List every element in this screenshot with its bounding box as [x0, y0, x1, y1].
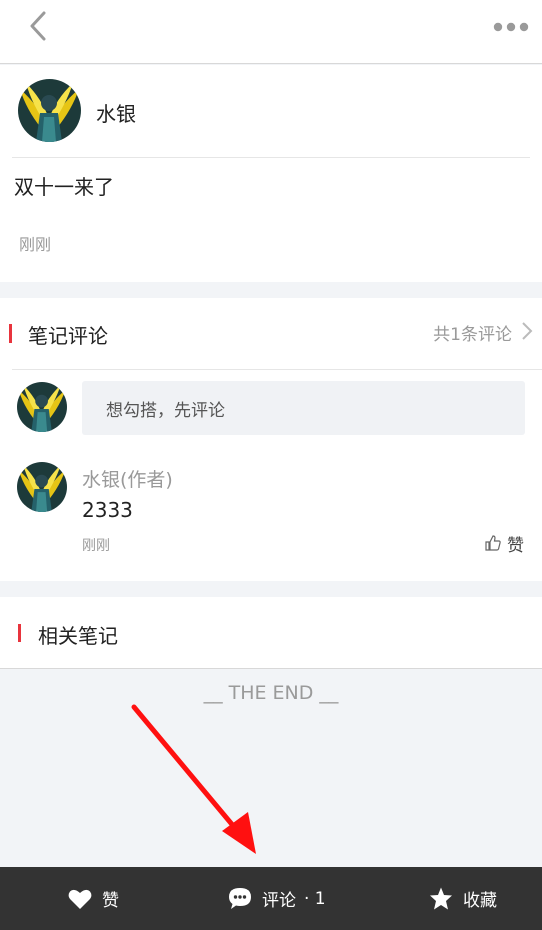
top-bar	[0, 0, 542, 64]
more-button[interactable]	[492, 16, 530, 38]
comment-count: · 1	[304, 888, 326, 909]
note-text: 双十一来了	[14, 175, 114, 199]
comment-time: 刚刚	[82, 538, 110, 554]
star-icon	[430, 887, 452, 910]
favorite-button[interactable]: 收藏	[429, 867, 497, 930]
section-accent-bar	[18, 624, 21, 642]
comment-text: 2333	[82, 498, 133, 522]
comment-bubble-icon	[229, 888, 251, 909]
chevron-right-icon[interactable]	[520, 321, 534, 341]
back-button[interactable]	[22, 10, 54, 44]
thumbs-up-icon	[485, 535, 501, 551]
bottom-action-bar: 赞 评论 · 1 收藏	[0, 867, 542, 930]
commenter-avatar[interactable]	[17, 462, 67, 512]
comment-author[interactable]: 水银(作者)	[82, 465, 173, 492]
like-label: 赞	[102, 891, 119, 911]
author-name[interactable]: 水银	[96, 98, 136, 127]
comment-input[interactable]: 想勾搭，先评论	[82, 381, 525, 435]
favorite-label: 收藏	[463, 891, 497, 911]
section-accent-bar	[9, 324, 12, 343]
comments-section: 笔记评论 共1条评论 想勾搭，先评论 水银(作者) 2333 刚刚 赞	[0, 298, 542, 581]
more-dots-icon	[493, 22, 529, 32]
note-time: 刚刚	[19, 235, 52, 254]
divider	[12, 157, 530, 158]
comment-button[interactable]: 评论 · 1	[228, 867, 326, 930]
comments-count-link[interactable]: 共1条评论	[433, 320, 512, 345]
comment-like-label: 赞	[507, 535, 524, 556]
author-avatar[interactable]	[18, 79, 81, 142]
the-end-label: __ THE END __	[203, 682, 339, 704]
heart-icon	[68, 889, 92, 909]
comment-label: 评论	[262, 891, 296, 911]
related-section-title: 相关笔记	[38, 624, 118, 648]
divider	[12, 369, 542, 370]
comments-section-title: 笔记评论	[28, 324, 108, 348]
note-card: 水银 双十一来了 刚刚	[0, 65, 542, 282]
comment-like-button[interactable]: 赞	[485, 532, 524, 556]
related-notes-section: 相关笔记	[0, 597, 542, 669]
chevron-left-icon	[30, 11, 46, 41]
like-button[interactable]: 赞	[68, 867, 119, 930]
current-user-avatar	[17, 382, 67, 432]
